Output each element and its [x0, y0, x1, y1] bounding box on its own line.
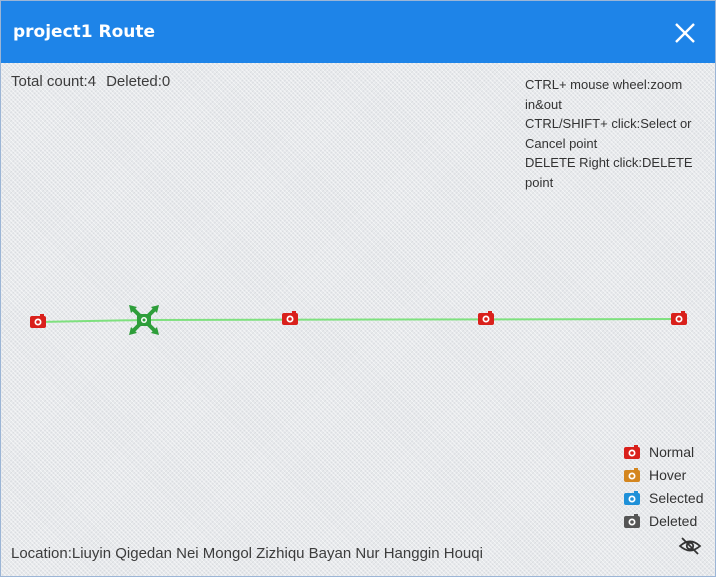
legend-item-hover: Hover — [623, 464, 703, 487]
camera-icon — [624, 468, 640, 482]
legend-label: Deleted — [649, 513, 698, 529]
legend-label: Selected — [649, 490, 704, 506]
camera-icon — [624, 491, 640, 505]
route-point-4[interactable] — [478, 311, 494, 325]
route-point-1[interactable] — [30, 314, 46, 328]
legend-label: Hover — [649, 467, 687, 483]
camera-icon — [671, 311, 687, 325]
camera-icon — [282, 311, 298, 325]
camera-icon — [30, 314, 46, 328]
close-button[interactable] — [671, 19, 699, 47]
title-bar: project1 Route — [1, 1, 715, 63]
route-dialog: project1 Route Total count:4 Deleted:0 CT… — [0, 0, 716, 577]
camera-icon — [478, 311, 494, 325]
route-canvas[interactable]: Total count:4 Deleted:0 CTRL+ mouse wheel… — [1, 63, 715, 576]
camera-icon — [624, 514, 640, 528]
camera-icon — [624, 445, 640, 459]
legend-item-selected: Selected — [623, 487, 703, 510]
close-icon — [675, 23, 695, 43]
legend-item-deleted: Deleted — [623, 510, 703, 533]
legend-label: Normal — [649, 444, 695, 460]
route-segment — [143, 318, 680, 321]
eye-off-icon — [678, 537, 702, 555]
route-segment — [37, 319, 145, 323]
route-map — [30, 305, 687, 335]
route-point-3[interactable] — [282, 311, 298, 325]
legend-item-normal: Normal — [623, 441, 703, 464]
location-text: Location:Liuyin Qigedan Nei Mongol Zizhi… — [11, 545, 483, 562]
legend: Normal Hover Selected Deleted — [623, 441, 703, 533]
dialog-title: project1 Route — [13, 22, 156, 42]
visibility-toggle[interactable] — [678, 536, 702, 556]
route-point-5[interactable] — [671, 311, 687, 325]
